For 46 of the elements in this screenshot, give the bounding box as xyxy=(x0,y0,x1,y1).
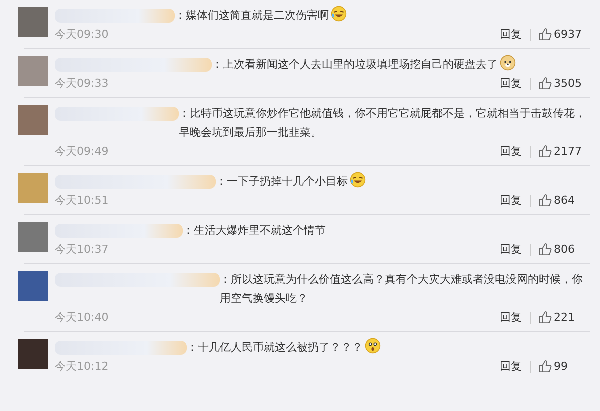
comment-time: 今天09:49 xyxy=(55,144,109,159)
comment-text: ：生活大爆炸里不就这个情节 xyxy=(183,223,327,239)
laughing-crying-emoji-icon xyxy=(331,6,347,22)
thumbs-up-icon xyxy=(539,28,552,41)
reply-link[interactable]: 回复 xyxy=(500,76,522,91)
like-button[interactable]: 99 xyxy=(539,360,568,373)
laughing-crying-emoji-icon xyxy=(350,172,366,188)
reply-link[interactable]: 回复 xyxy=(500,193,522,208)
avatar-placeholder[interactable] xyxy=(18,173,48,203)
thumbs-up-icon xyxy=(539,243,552,256)
comment-time: 今天10:37 xyxy=(55,242,109,257)
avatar-placeholder[interactable] xyxy=(18,7,48,37)
comment-text: ：所以这玩意为什么价值这么高？真有个大灾大难或者没电没网的时候，你用空气换馒头吃？ xyxy=(220,272,584,307)
dog-face-emoji-icon xyxy=(500,55,516,71)
like-button[interactable]: 806 xyxy=(539,243,575,256)
avatar-placeholder[interactable] xyxy=(18,339,48,369)
like-button[interactable]: 3505 xyxy=(539,77,582,90)
like-button[interactable]: 2177 xyxy=(539,145,582,158)
reply-link[interactable]: 回复 xyxy=(500,310,522,325)
thumbs-up-icon xyxy=(539,194,552,207)
avatar-placeholder[interactable] xyxy=(18,222,48,252)
thumbs-up-icon xyxy=(539,77,552,90)
avatar-placeholder[interactable] xyxy=(18,105,48,135)
reply-link[interactable]: 回复 xyxy=(500,242,522,257)
surprised-emoji-icon xyxy=(365,338,381,354)
like-button[interactable]: 864 xyxy=(539,194,575,207)
comment-time: 今天09:30 xyxy=(55,27,109,42)
like-button[interactable]: 221 xyxy=(539,311,575,324)
comment-text: ：十几亿人民币就这么被扔了？？？ xyxy=(187,338,590,357)
comment-time: 今天09:33 xyxy=(55,76,109,91)
reply-link[interactable]: 回复 xyxy=(500,144,522,159)
comment-time: 今天10:40 xyxy=(55,310,109,325)
avatar-placeholder[interactable] xyxy=(18,56,48,86)
thumbs-up-icon xyxy=(539,360,552,373)
comment-time: 今天10:12 xyxy=(55,359,109,374)
comment-text: ：上次看新闻这个人去山里的垃圾填埋场挖自己的硬盘去了 xyxy=(212,55,590,74)
comment-time: 今天10:51 xyxy=(55,193,109,208)
thumbs-up-icon xyxy=(539,311,552,324)
comment-text: ：媒体们这简直就是二次伤害啊 xyxy=(175,6,590,25)
comment-text: ：比特币这玩意你炒作它他就值钱，你不用它它就屁都不是，它就相当于击鼓传花，早晚会坑到最后那一批韭菜。 xyxy=(179,106,587,141)
reply-link[interactable]: 回复 xyxy=(500,359,522,374)
reply-link[interactable]: 回复 xyxy=(500,27,522,42)
thumbs-up-icon xyxy=(539,145,552,158)
avatar-placeholder[interactable] xyxy=(18,271,48,301)
like-button[interactable]: 6937 xyxy=(539,28,582,41)
comment-text: ：一下子扔掉十几个小目标 xyxy=(216,172,590,191)
